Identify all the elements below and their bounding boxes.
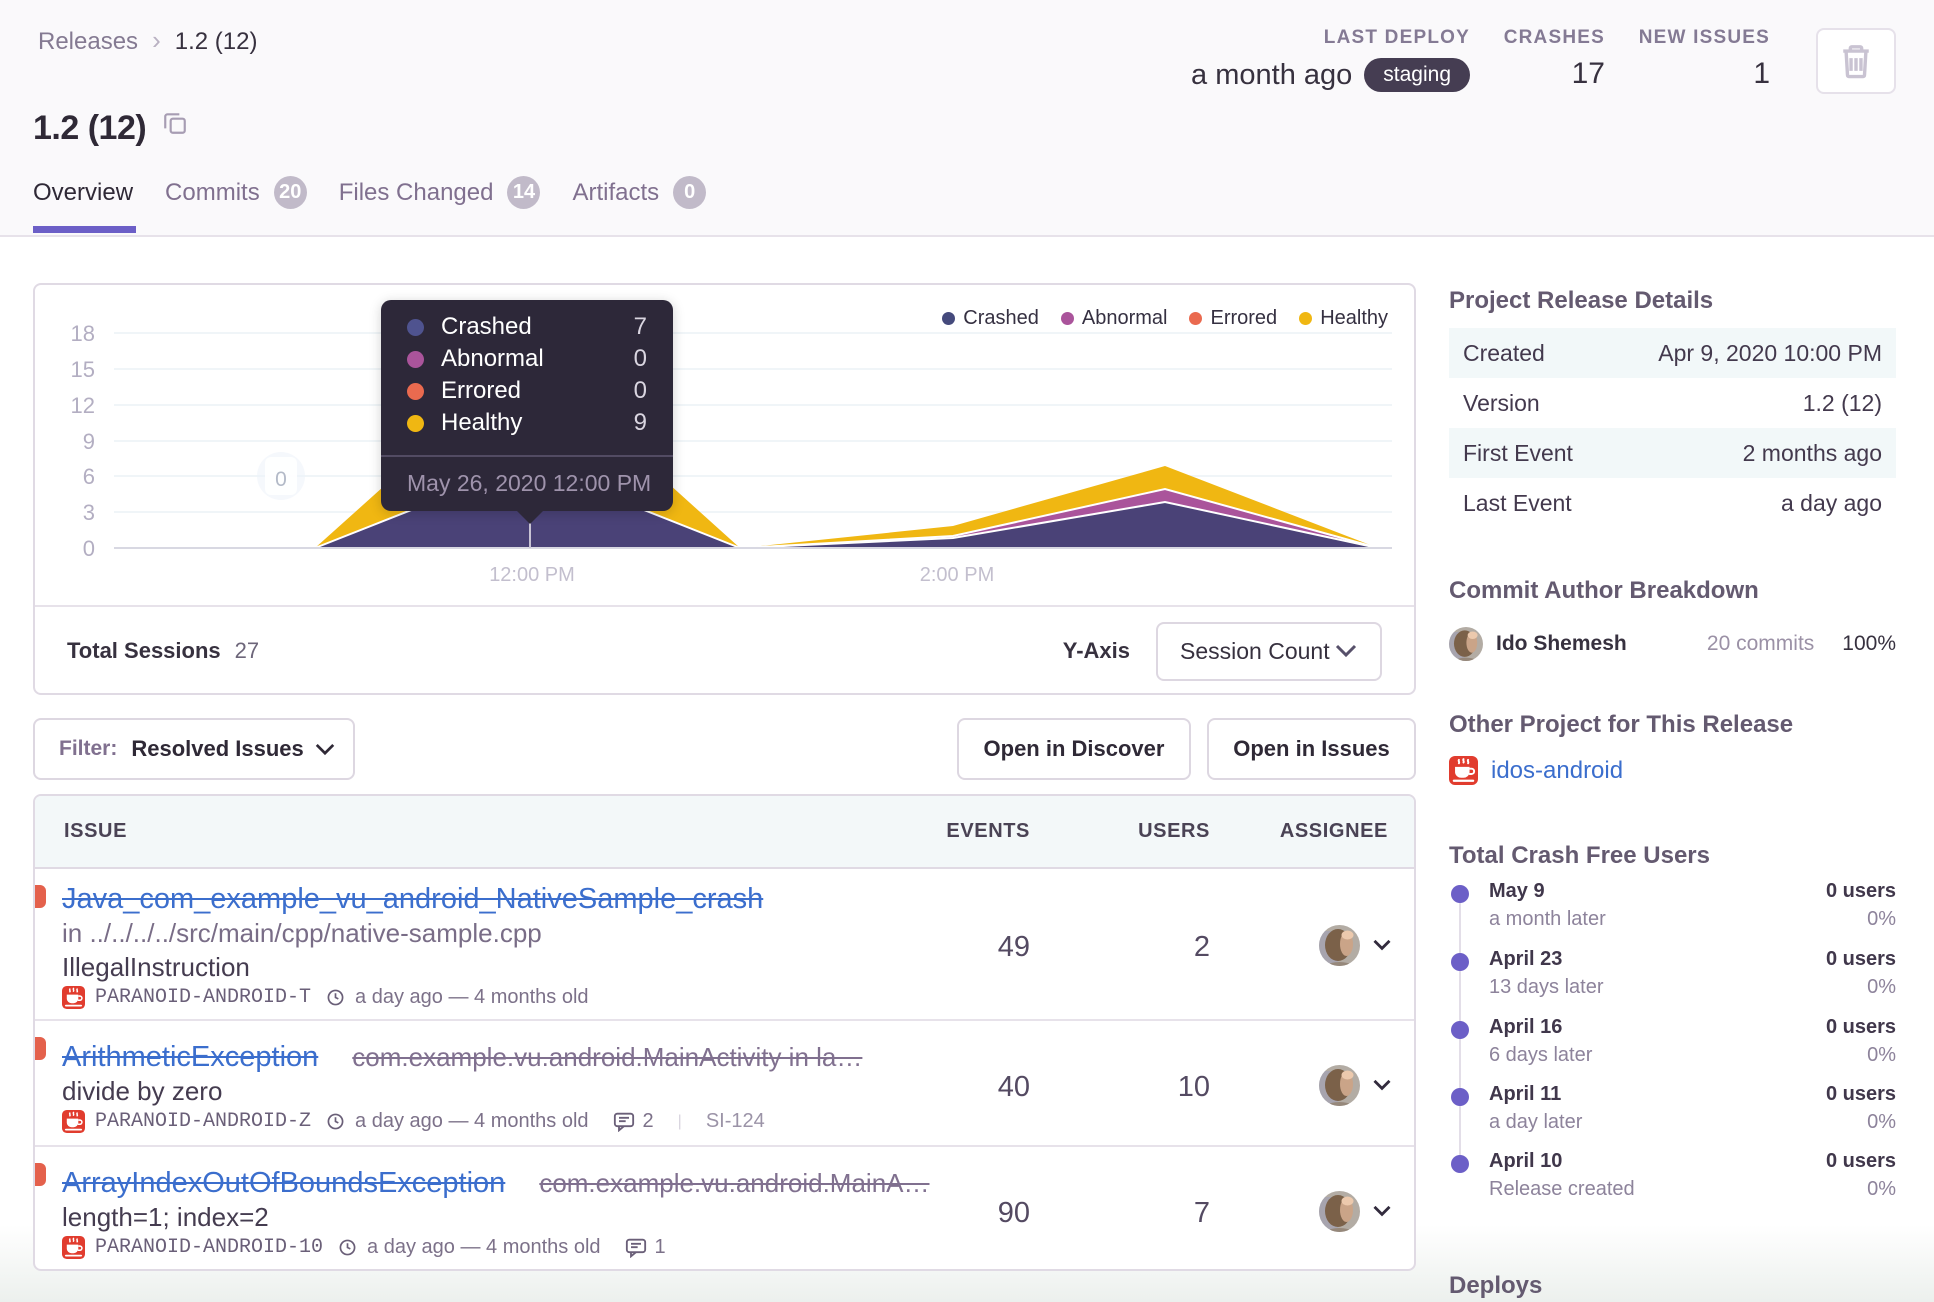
svg-text:15: 15 (71, 357, 95, 382)
svg-text:3: 3 (83, 500, 95, 525)
svg-text:0: 0 (83, 536, 95, 561)
svg-text:9: 9 (83, 429, 95, 454)
svg-text:6: 6 (83, 464, 95, 489)
svg-text:12:00 PM: 12:00 PM (489, 564, 575, 586)
svg-text:2:00 PM: 2:00 PM (920, 564, 994, 586)
svg-text:12: 12 (71, 393, 95, 418)
svg-text:18: 18 (71, 321, 95, 346)
svg-text:0: 0 (275, 468, 287, 491)
